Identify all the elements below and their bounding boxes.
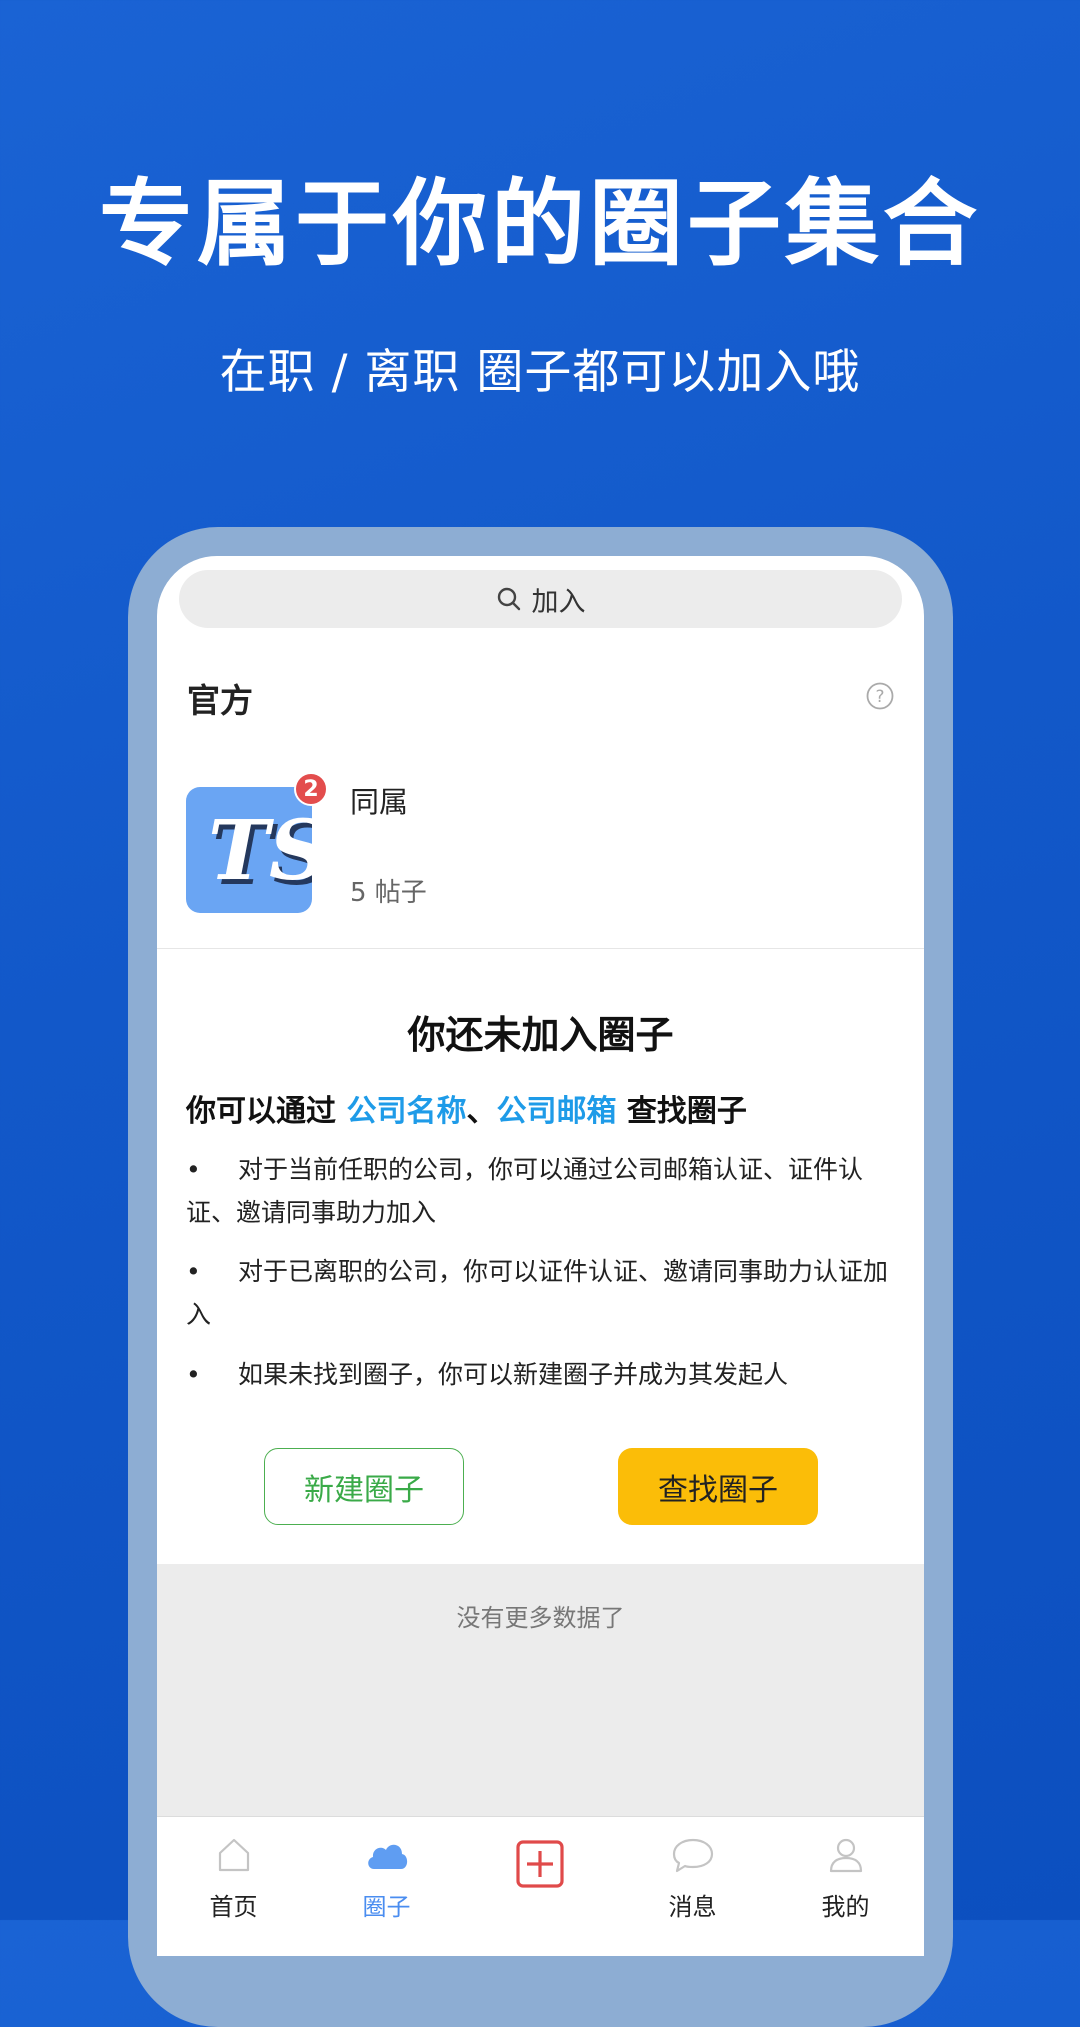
svg-text:?: ? xyxy=(875,687,884,707)
search-placeholder: 加入 xyxy=(531,586,586,618)
tab-mine[interactable]: 我的 xyxy=(769,1817,922,1956)
tab-messages-label: 消息 xyxy=(668,1893,717,1921)
tab-home-label: 首页 xyxy=(209,1893,258,1921)
tab-home[interactable]: 首页 xyxy=(157,1817,310,1956)
tab-circles[interactable]: 圈子 xyxy=(310,1817,463,1956)
find-methods-line: 你可以通过 公司名称、公司邮箱 查找圈子 xyxy=(186,1086,747,1130)
promo-headline: 专属于你的圈子集合 xyxy=(98,170,981,279)
bullet-text: 对于当前任职的公司，你可以通过公司邮箱认证、证件认证、邀请同事助力加入 xyxy=(186,1155,864,1227)
find-circle-button[interactable]: 查找圈子 xyxy=(618,1448,818,1525)
find-prefix: 你可以通过 xyxy=(186,1094,347,1129)
bottom-tab-bar: 首页 圈子 消息 我的 xyxy=(157,1816,924,1956)
empty-state-title: 你还未加入圈子 xyxy=(407,1013,674,1057)
circle-name[interactable]: 同属 xyxy=(350,779,408,821)
find-option-company-email: 公司邮箱 xyxy=(496,1094,617,1129)
promo-subheadline: 在职 / 离职 圈子都可以加入哦 xyxy=(219,345,861,400)
message-bubble-icon xyxy=(672,1838,713,1873)
home-icon xyxy=(218,1838,249,1872)
tab-publish[interactable] xyxy=(463,1817,616,1956)
list-footer: 没有更多数据了 xyxy=(157,1564,924,1816)
info-bullet-not-found: • 如果未找到圈子，你可以新建圈子并成为其发起人 xyxy=(186,1353,898,1396)
app-screen: 加入 官方 ? TS TS 2 同属 5 帖子 你还未加入圈子 你可以通过 公司… xyxy=(157,556,924,1956)
divider xyxy=(157,948,924,949)
official-section-title: 官方 xyxy=(187,681,253,720)
svg-text:TS: TS xyxy=(208,803,312,899)
bullet-dot: • xyxy=(186,1360,201,1389)
tab-circles-label: 圈子 xyxy=(362,1893,411,1921)
find-separator: 、 xyxy=(466,1094,497,1129)
bullet-text: 如果未找到圈子，你可以新建圈子并成为其发起人 xyxy=(238,1360,789,1389)
circles-cloud-icon xyxy=(367,1844,407,1869)
bullet-dot: • xyxy=(186,1257,201,1286)
ts-logo-icon: TS TS xyxy=(208,803,332,904)
help-icon[interactable]: ? xyxy=(866,682,894,710)
publish-plus-icon xyxy=(515,1840,564,1888)
search-bar[interactable]: 加入 xyxy=(179,570,902,628)
find-suffix: 查找圈子 xyxy=(616,1094,747,1129)
circle-logo[interactable]: TS TS xyxy=(186,787,332,913)
info-bullet-current: • 对于当前任职的公司，你可以通过公司邮箱认证、证件认证、邀请同事助力加入 xyxy=(186,1148,898,1234)
find-option-company-name: 公司名称 xyxy=(346,1094,467,1129)
bullet-dot: • xyxy=(186,1155,201,1184)
info-bullet-former: • 对于已离职的公司，你可以证件认证、邀请同事助力认证加入 xyxy=(186,1250,898,1336)
search-icon xyxy=(497,587,520,611)
profile-icon xyxy=(829,1838,862,1873)
tab-mine-label: 我的 xyxy=(821,1893,870,1921)
circle-post-count: 5 帖子 xyxy=(350,878,427,908)
tab-messages[interactable]: 消息 xyxy=(616,1817,769,1956)
unread-badge: 2 xyxy=(294,772,328,806)
bullet-text: 对于已离职的公司，你可以证件认证、邀请同事助力认证加入 xyxy=(186,1257,889,1329)
no-more-data-text: 没有更多数据了 xyxy=(456,1604,625,1632)
new-circle-button[interactable]: 新建圈子 xyxy=(264,1448,464,1525)
